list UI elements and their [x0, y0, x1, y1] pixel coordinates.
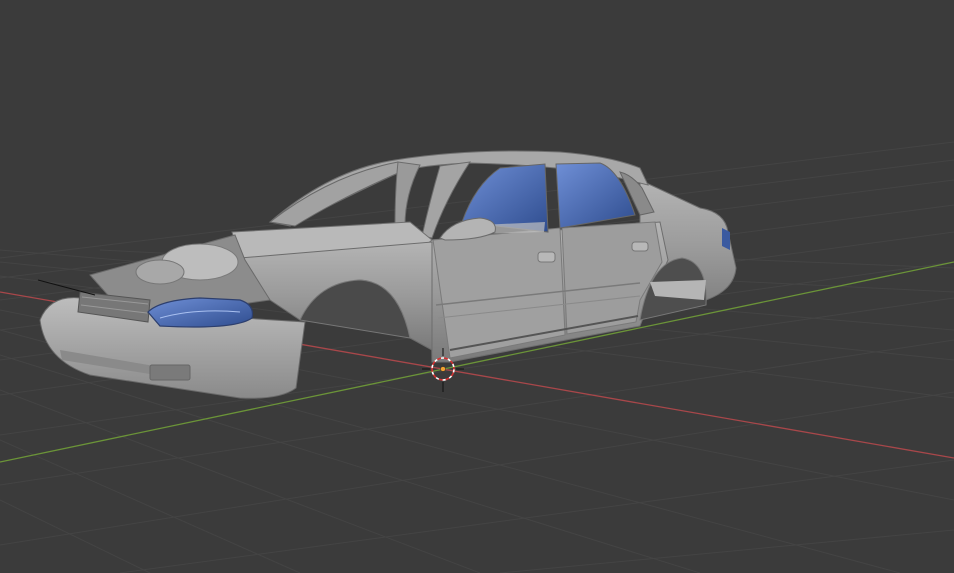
- car-body-model[interactable]: [37, 150, 737, 399]
- rear-door-handle: [631, 241, 649, 252]
- viewport-canvas[interactable]: [0, 0, 954, 573]
- 3d-viewport[interactable]: [0, 0, 954, 573]
- front-door-handle: [537, 251, 556, 263]
- object-origin-icon[interactable]: [440, 366, 446, 372]
